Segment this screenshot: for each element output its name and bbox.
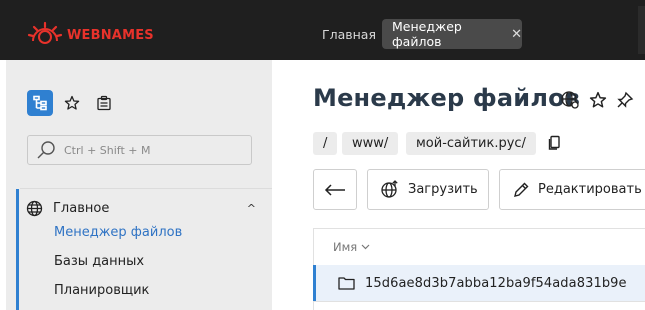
breadcrumb-label: www/: [352, 136, 389, 151]
sidebar-item-label: Менеджер файлов: [54, 225, 183, 240]
chevron-down-icon: [361, 244, 370, 250]
upload-globe-icon: [381, 179, 398, 198]
edit-button-label: Редактировать: [538, 182, 642, 197]
sidebar-item-databases[interactable]: Базы данных: [54, 254, 144, 269]
page-title: Менеджер файлов: [313, 84, 581, 112]
chevron-up-icon[interactable]: ^: [247, 202, 256, 215]
arrow-left-icon: [324, 183, 345, 196]
table-row[interactable]: 15d6ae8d3b7abba12ba9f54ada831b9e: [313, 265, 645, 301]
breadcrumb-label: мой-сайтик.рус/: [416, 136, 526, 151]
breadcrumb-label: /: [323, 136, 328, 151]
star-icon[interactable]: [589, 91, 607, 109]
sidebar-item-label: Планировщик: [54, 283, 150, 298]
sidebar-section-main[interactable]: Главное ^: [26, 197, 256, 219]
tab-file-manager-label: Менеджер файлов: [392, 19, 462, 49]
folder-icon: [338, 277, 355, 290]
pin-icon[interactable]: [616, 91, 634, 109]
sidebar-item-file-manager[interactable]: Менеджер файлов: [54, 225, 182, 240]
top-bar: WEBNAMES Главная Менеджер файлов ✕: [0, 0, 645, 60]
file-name: 15d6ae8d3b7abba12ba9f54ada831b9e: [365, 275, 627, 291]
column-header-label: Имя: [333, 240, 358, 254]
breadcrumb-site[interactable]: мой-сайтик.рус/: [406, 132, 536, 155]
breadcrumb-www[interactable]: www/: [342, 132, 399, 155]
pencil-icon: [514, 182, 529, 197]
tab-file-manager[interactable]: Менеджер файлов ✕: [382, 19, 522, 49]
sidebar-divider: [20, 188, 272, 189]
tab-home[interactable]: Главная: [313, 19, 385, 49]
sidebar-search-input[interactable]: [64, 143, 244, 157]
favorites-button[interactable]: [59, 90, 85, 116]
search-icon: [37, 141, 55, 159]
title-actions: [560, 90, 634, 110]
upload-button[interactable]: Загрузить: [367, 169, 489, 210]
sidebar-item-scheduler[interactable]: Планировщик: [54, 283, 149, 298]
star-icon: [64, 95, 80, 110]
tree-icon: [33, 95, 47, 111]
logo-sun-icon: [27, 21, 63, 44]
globe-settings-icon[interactable]: [560, 90, 580, 110]
upload-button-label: Загрузить: [408, 182, 478, 197]
logo-text: WEBNAMES: [67, 27, 154, 43]
edit-button[interactable]: Редактировать: [499, 169, 645, 210]
topbar-edge: [638, 6, 645, 54]
sidebar-section-label: Главное: [53, 200, 110, 216]
sidebar: Главное ^ Менеджер файлов Базы данных Пл…: [6, 60, 272, 310]
sidebar-search[interactable]: [27, 135, 252, 165]
clipboard-icon: [97, 95, 111, 111]
row-divider: [313, 301, 645, 302]
globe-icon: [26, 200, 43, 216]
copy-path-icon[interactable]: [547, 135, 563, 151]
tab-home-label: Главная: [322, 26, 376, 42]
breadcrumb-root[interactable]: /: [313, 132, 338, 155]
sidebar-active-indicator: [16, 189, 19, 310]
tree-view-button[interactable]: [27, 90, 53, 116]
column-header-name[interactable]: Имя: [333, 240, 370, 254]
close-icon[interactable]: ✕: [511, 27, 522, 42]
back-button[interactable]: [313, 169, 357, 210]
clipboard-button[interactable]: [91, 90, 117, 116]
logo[interactable]: WEBNAMES: [27, 21, 154, 49]
sidebar-toolbar: [27, 90, 117, 116]
sidebar-item-label: Базы данных: [54, 254, 145, 269]
